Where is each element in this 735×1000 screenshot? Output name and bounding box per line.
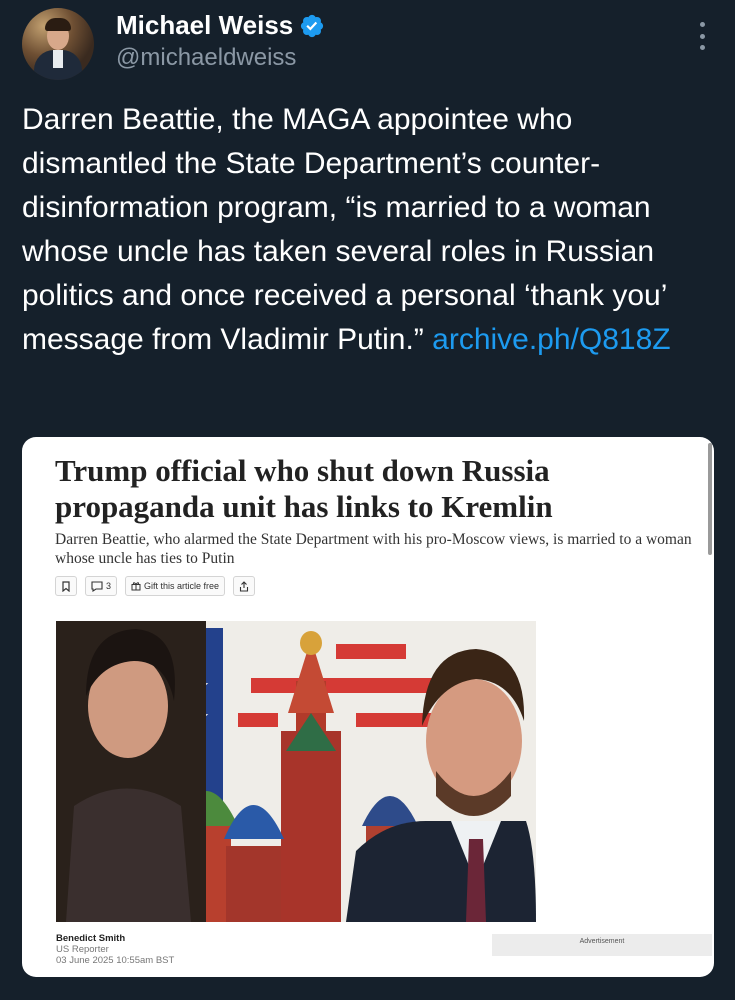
share-icon bbox=[239, 580, 249, 592]
bookmark-icon bbox=[62, 580, 70, 592]
author-name[interactable]: Michael Weiss bbox=[116, 10, 293, 41]
article-byline: Benedict Smith US Reporter 03 June 2025 … bbox=[56, 933, 174, 966]
author-name-row[interactable]: Michael Weiss bbox=[116, 10, 325, 41]
byline-date: 03 June 2025 10:55am BST bbox=[56, 955, 175, 966]
byline-role: US Reporter bbox=[56, 944, 109, 955]
author-handle[interactable]: @michaeldweiss bbox=[116, 44, 296, 72]
article-screenshot[interactable]: Trump official who shut down Russia prop… bbox=[22, 437, 714, 977]
bookmark-button bbox=[55, 576, 77, 596]
tweet-link[interactable]: archive.ph/Q818Z bbox=[432, 323, 670, 356]
comment-button: 3 bbox=[85, 576, 118, 596]
article-photo: ★ ★ ★ ★ bbox=[56, 621, 536, 922]
comment-icon bbox=[91, 580, 103, 592]
share-button bbox=[233, 576, 256, 596]
tweet-text: Darren Beattie, the MAGA appointee who d… bbox=[22, 98, 722, 362]
verified-badge-icon bbox=[301, 14, 324, 37]
tweet-header: Michael Weiss @michaeldweiss bbox=[22, 8, 715, 80]
more-options-icon[interactable] bbox=[697, 22, 707, 50]
tweet-body: Darren Beattie, the MAGA appointee who d… bbox=[22, 103, 667, 356]
comment-count: 3 bbox=[106, 581, 112, 591]
byline-author: Benedict Smith bbox=[56, 933, 126, 944]
scrollbar bbox=[708, 443, 712, 555]
avatar[interactable] bbox=[22, 8, 94, 80]
gift-icon bbox=[131, 582, 141, 591]
gift-label: Gift this article free bbox=[144, 581, 220, 591]
article-headline: Trump official who shut down Russia prop… bbox=[55, 453, 553, 524]
article-toolbar: 3 Gift this article free bbox=[55, 576, 256, 596]
article-subhead: Darren Beattie, who alarmed the State De… bbox=[55, 531, 692, 567]
gift-article-button: Gift this article free bbox=[125, 576, 226, 596]
advertisement-slot: Advertisement bbox=[492, 934, 712, 956]
